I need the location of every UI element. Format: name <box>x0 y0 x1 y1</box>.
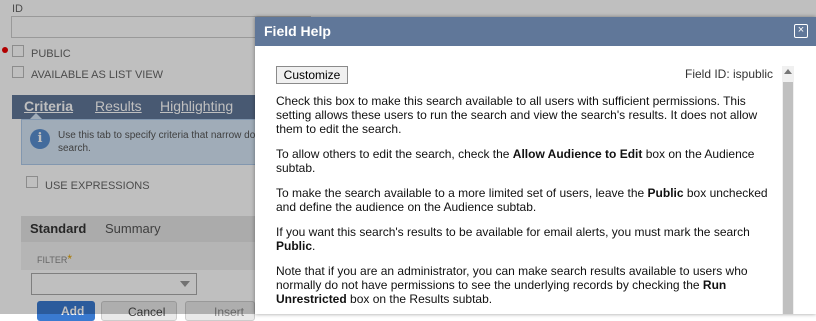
help-text-run: If you want this search's results to be … <box>276 225 750 239</box>
help-text-run: To allow others to edit the search, chec… <box>276 147 513 161</box>
help-text-run: Note that if you are an administrator, y… <box>276 264 748 292</box>
help-text: Check this box to make this search avail… <box>276 94 776 314</box>
help-bold-term: Public <box>647 186 684 200</box>
dialog-title: Field Help <box>264 23 331 39</box>
help-text-run: . <box>312 239 316 253</box>
close-icon[interactable]: × <box>794 24 808 38</box>
field-help-dialog: Field Help × Customize Field ID: ispubli… <box>255 17 816 314</box>
help-text-run: Check this box to make this search avail… <box>276 94 758 136</box>
help-paragraph: To make the search available to a more l… <box>276 186 776 214</box>
scroll-up-icon[interactable] <box>784 69 792 74</box>
help-paragraph: If you want this search's results to be … <box>276 225 776 253</box>
help-text-run: box on the Results subtab. <box>346 292 493 306</box>
field-id-label: Field ID: ispublic <box>685 67 774 81</box>
help-bold-term: Allow Audience to Edit <box>512 147 643 161</box>
dialog-title-bar: Field Help × <box>255 17 816 46</box>
scroll-thumb[interactable] <box>783 82 793 314</box>
help-paragraph: Note that if you are an administrator, y… <box>276 264 776 306</box>
customize-button[interactable]: Customize <box>276 66 348 84</box>
help-paragraph: To allow others to edit the search, chec… <box>276 147 776 175</box>
scrollbar[interactable] <box>782 66 794 314</box>
dialog-body: Customize Field ID: ispublic Check this … <box>255 46 816 314</box>
help-bold-term: Public <box>276 239 313 253</box>
help-text-run: To make the search available to a more l… <box>276 186 648 200</box>
help-paragraph: Check this box to make this search avail… <box>276 94 776 136</box>
